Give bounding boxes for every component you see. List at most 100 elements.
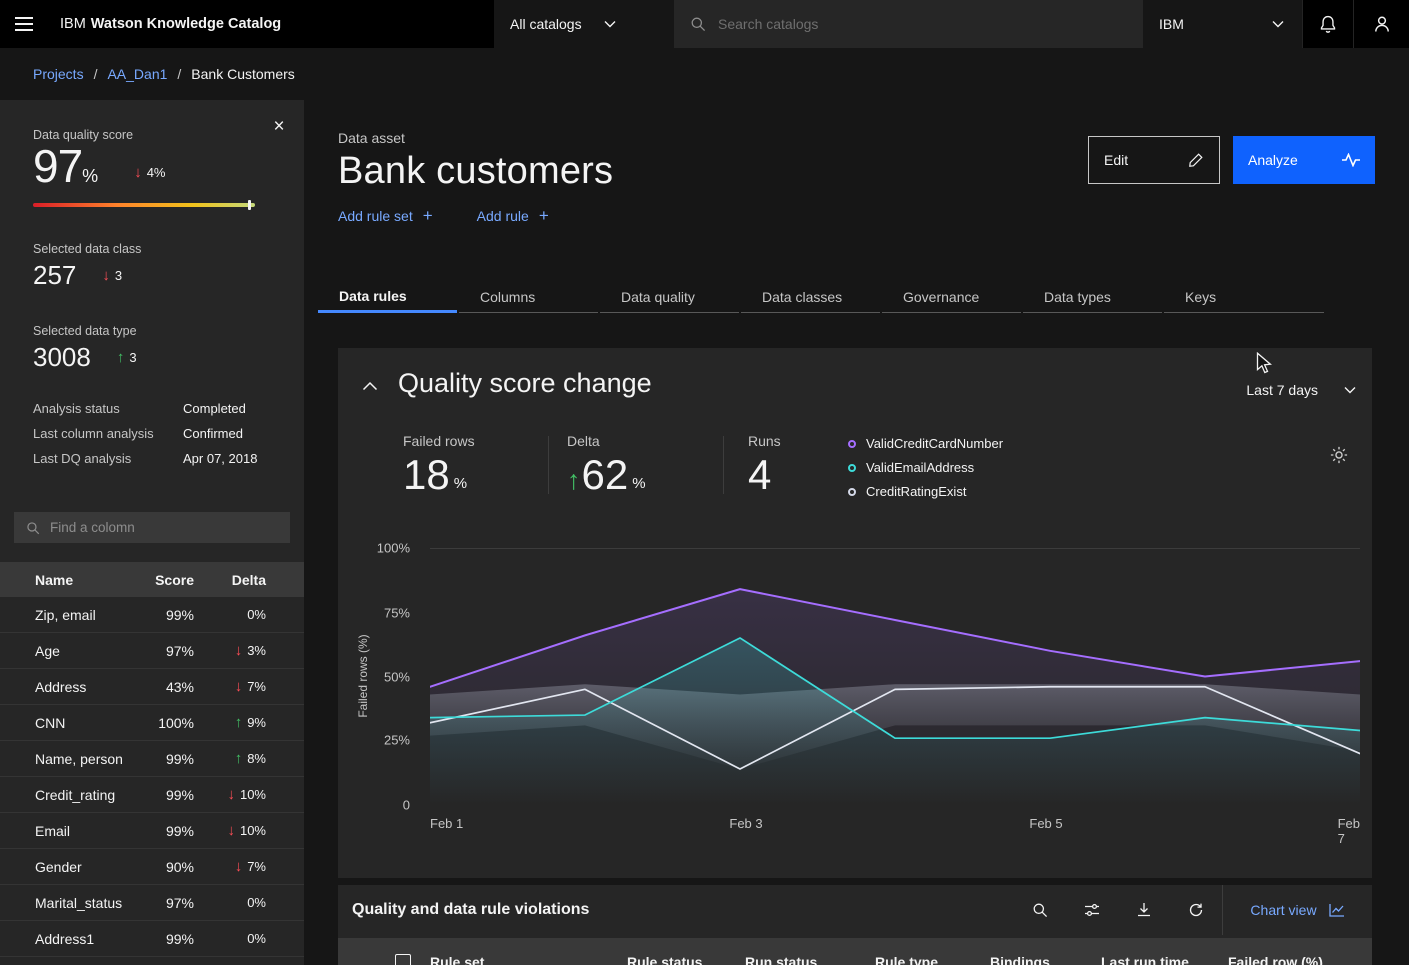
legend-item[interactable]: CreditRatingExist xyxy=(848,484,1003,499)
metric-failed-rows: Failed rows 18% xyxy=(403,433,475,496)
quality-score-value: 97% 4% xyxy=(33,142,165,190)
metric-runs: Runs 4 xyxy=(748,433,781,496)
asset-kind-label: Data asset xyxy=(338,130,405,146)
close-icon[interactable]: × xyxy=(266,114,292,140)
meta-row: Last column analysisConfirmed xyxy=(33,421,284,446)
reset-icon xyxy=(1188,902,1204,918)
search-catalogs-input[interactable] xyxy=(718,16,1127,32)
plus-icon xyxy=(539,207,549,224)
table-row[interactable]: Gender90%7% xyxy=(0,849,304,885)
tab-data-rules[interactable]: Data rules xyxy=(318,281,457,313)
analyze-button[interactable]: Analyze xyxy=(1233,136,1375,184)
add-actions: Add rule set Add rule xyxy=(338,207,549,224)
breadcrumb-separator: / xyxy=(94,66,98,82)
menu-icon[interactable] xyxy=(0,0,48,48)
global-search[interactable] xyxy=(674,0,1143,48)
columns-table-header: Name Score Delta xyxy=(0,562,304,597)
edit-button[interactable]: Edit xyxy=(1088,136,1220,184)
table-row[interactable]: Address199%0% xyxy=(0,921,304,957)
data-class-label: Selected data class xyxy=(33,242,141,256)
bell-icon xyxy=(1319,15,1337,33)
divider xyxy=(548,436,549,494)
search-icon xyxy=(26,521,40,535)
y-tick: 25% xyxy=(352,733,410,748)
filter-button[interactable] xyxy=(1066,885,1118,935)
catalog-selector[interactable]: All catalogs xyxy=(494,0,674,48)
table-row[interactable]: Credit_rating99%10% xyxy=(0,777,304,813)
chart-view-toggle[interactable]: Chart view xyxy=(1222,885,1372,935)
add-rule-link[interactable]: Add rule xyxy=(477,207,549,224)
settings-button[interactable] xyxy=(1330,446,1348,464)
legend-item[interactable]: ValidCreditCardNumber xyxy=(848,436,1003,451)
breadcrumb-projects[interactable]: Projects xyxy=(33,66,84,82)
breadcrumb-separator: / xyxy=(177,66,181,82)
line-chart-plot xyxy=(430,548,1360,805)
meta-row: Analysis statusCompleted xyxy=(33,396,284,421)
add-rule-set-link[interactable]: Add rule set xyxy=(338,207,433,224)
data-class-value: 257 3 xyxy=(33,260,122,291)
table-row[interactable]: Email99%10% xyxy=(0,813,304,849)
reset-button[interactable] xyxy=(1170,885,1222,935)
x-tick: Feb 1 xyxy=(430,816,463,831)
violations-toolbar: Chart view xyxy=(1014,885,1372,935)
tab-data-types[interactable]: Data types xyxy=(1023,281,1162,313)
page-title: Bank customers xyxy=(338,150,613,193)
table-row[interactable]: Address43%7% xyxy=(0,669,304,705)
find-column-input[interactable] xyxy=(50,520,278,535)
select-all-checkbox[interactable] xyxy=(395,954,411,965)
table-row[interactable]: Name, person99%8% xyxy=(0,741,304,777)
chart-icon xyxy=(1329,903,1345,917)
x-tick: Feb 3 xyxy=(729,816,762,831)
search-button[interactable] xyxy=(1014,885,1066,935)
download-icon xyxy=(1136,902,1152,918)
data-class-delta: 3 xyxy=(102,268,122,283)
user-icon xyxy=(1373,15,1391,33)
breadcrumb-current: Bank Customers xyxy=(191,66,294,82)
tab-data-classes[interactable]: Data classes xyxy=(741,281,880,313)
up-arrow-icon xyxy=(567,465,582,496)
quality-score-line-chart xyxy=(430,548,1360,805)
user-button[interactable] xyxy=(1353,0,1409,48)
legend-item[interactable]: ValidEmailAddress xyxy=(848,460,1003,475)
data-quality-sidebar: × Data quality score 97% 4% Selected dat… xyxy=(0,100,304,965)
table-row[interactable]: Zip, email99%0% xyxy=(0,597,304,633)
chevron-down-icon xyxy=(1272,20,1284,28)
table-row[interactable]: Marital_status97%0% xyxy=(0,885,304,921)
search-icon xyxy=(690,16,706,32)
violations-title: Quality and data rule violations xyxy=(352,901,589,919)
mouse-cursor xyxy=(1256,352,1274,376)
tab-data-quality[interactable]: Data quality xyxy=(600,281,739,313)
tab-keys[interactable]: Keys xyxy=(1164,281,1324,313)
analysis-meta: Analysis statusCompleted Last column ana… xyxy=(33,396,284,471)
asset-tabs: Data rules Columns Data quality Data cla… xyxy=(318,281,1324,313)
quality-score-number: 97 xyxy=(33,140,82,192)
breadcrumb-project-name[interactable]: AA_Dan1 xyxy=(107,66,167,82)
tab-governance[interactable]: Governance xyxy=(882,281,1021,313)
tab-columns[interactable]: Columns xyxy=(459,281,598,313)
pencil-icon xyxy=(1188,152,1204,168)
top-header: IBM Watson Knowledge Catalog All catalog… xyxy=(0,0,1409,48)
plus-icon xyxy=(423,207,433,224)
y-tick: 0 xyxy=(352,798,410,813)
catalog-selector-label: All catalogs xyxy=(510,16,582,32)
settings-adjust-icon xyxy=(1084,902,1100,918)
quality-score-gradient xyxy=(33,203,255,207)
table-row[interactable]: CNN100%9% xyxy=(0,705,304,741)
x-tick: Feb 7 xyxy=(1338,816,1360,846)
time-range-selector[interactable]: Last 7 days xyxy=(1246,382,1356,398)
quality-score-marker xyxy=(248,200,251,210)
find-column-search[interactable] xyxy=(14,512,290,543)
brand-prefix: IBM xyxy=(60,16,86,32)
download-button[interactable] xyxy=(1118,885,1170,935)
table-row[interactable]: Age97%3% xyxy=(0,633,304,669)
metric-delta: Delta 62% xyxy=(567,433,646,496)
gear-icon xyxy=(1330,446,1348,464)
account-selector[interactable]: IBM xyxy=(1143,0,1302,48)
search-icon xyxy=(1032,902,1048,918)
meta-row: Last DQ analysisApr 07, 2018 xyxy=(33,446,284,471)
y-tick: 50% xyxy=(352,670,410,685)
notifications-button[interactable] xyxy=(1302,0,1353,48)
collapse-section-button[interactable] xyxy=(362,378,382,394)
app-title: IBM Watson Knowledge Catalog xyxy=(60,0,281,48)
chevron-down-icon xyxy=(604,20,616,28)
